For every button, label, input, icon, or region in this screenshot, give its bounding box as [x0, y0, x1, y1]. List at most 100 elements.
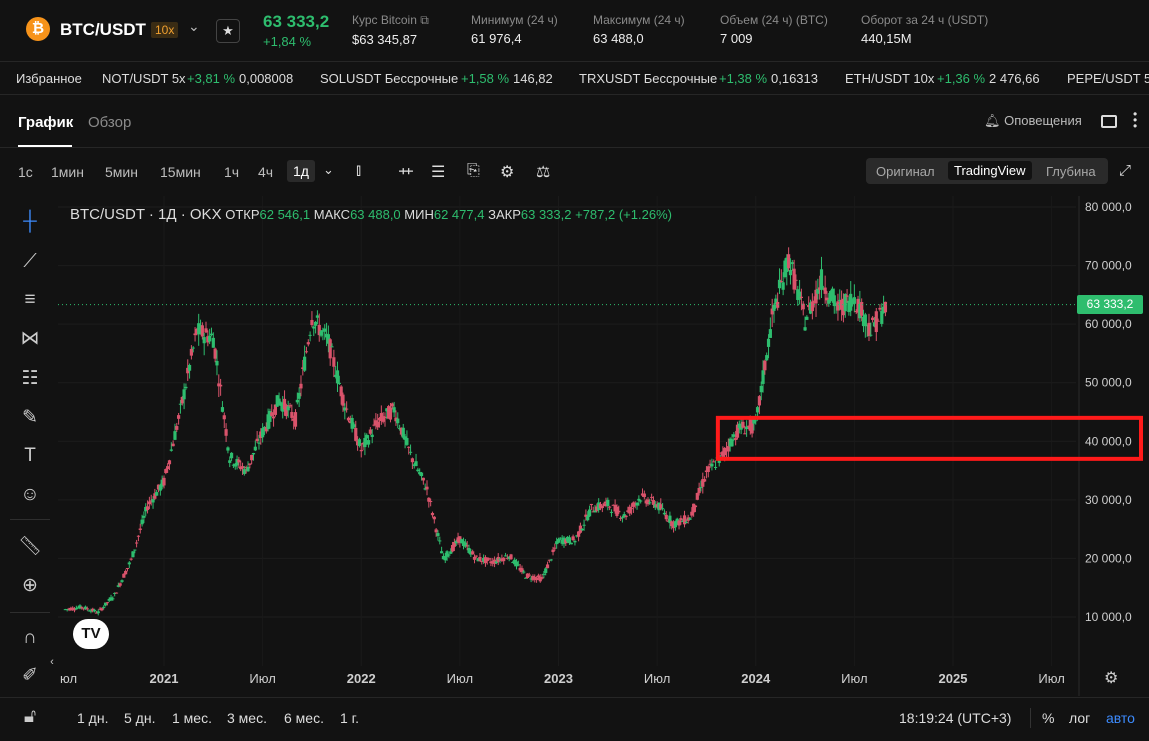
- candle-body: [440, 551, 444, 554]
- clock[interactable]: 18:19:24 (UTC+3): [899, 710, 1011, 726]
- compare-scale-icon[interactable]: ⚖: [536, 162, 550, 182]
- candle-body: [388, 407, 393, 420]
- interval-5m[interactable]: 5мин: [105, 164, 138, 180]
- candle-body: [253, 446, 257, 451]
- candle-body: [432, 516, 436, 520]
- candle-body: [215, 360, 219, 366]
- lock-drawings-icon[interactable]: ✐: [16, 662, 44, 690]
- ticker-item-name[interactable]: ETH/USDT 10x: [845, 71, 934, 86]
- interval-1d[interactable]: 1д: [287, 160, 315, 182]
- fullscreen-icon[interactable]: ⤢: [1119, 162, 1131, 179]
- candle-body: [664, 514, 668, 520]
- pair-name[interactable]: BTC/USDT: [60, 20, 146, 40]
- candle-body: [246, 466, 250, 472]
- candle-body: [860, 302, 864, 316]
- ticker-item-name[interactable]: NOT/USDT 5x: [102, 71, 186, 86]
- candle-body: [328, 339, 332, 359]
- candle-body: [164, 469, 168, 473]
- pattern-icon[interactable]: ⋈: [16, 325, 44, 353]
- candle-body: [323, 328, 327, 332]
- candle-body: [416, 469, 420, 472]
- range-5d[interactable]: 5 дн.: [124, 710, 155, 726]
- chevron-down-icon[interactable]: ⌄: [323, 162, 334, 178]
- price-axis-label: 20 000,0: [1085, 551, 1132, 565]
- range-1m[interactable]: 1 мес.: [172, 710, 212, 726]
- candle-body: [242, 469, 246, 474]
- view-tradingview[interactable]: TradingView: [948, 161, 1032, 180]
- stat-label: Минимум (24 ч): [471, 13, 558, 27]
- chevron-down-icon[interactable]: ⌄: [188, 18, 200, 35]
- percent-toggle[interactable]: %: [1042, 710, 1054, 726]
- alerts-button[interactable]: 🔔︎ Оповещения: [984, 113, 1082, 129]
- candle-body: [558, 537, 562, 539]
- candle-body: [430, 512, 435, 516]
- candle-body: [487, 558, 491, 560]
- range-6m[interactable]: 6 мес.: [284, 710, 324, 726]
- collapse-icon[interactable]: ‹: [46, 648, 58, 676]
- candle-body: [741, 421, 745, 428]
- tab-chart[interactable]: График: [18, 114, 73, 131]
- interval-1m[interactable]: 1мин: [51, 164, 84, 180]
- auto-toggle[interactable]: авто: [1106, 710, 1135, 726]
- zoom-in-icon[interactable]: ⊕: [16, 572, 44, 600]
- trend-line-icon[interactable]: ⟋: [16, 248, 44, 276]
- text-icon[interactable]: T: [16, 442, 44, 470]
- gear-icon[interactable]: ⚙: [500, 162, 514, 182]
- external-link-icon[interactable]: ⧉: [420, 13, 429, 27]
- candle-body: [772, 304, 776, 311]
- candle-body: [100, 608, 104, 611]
- candle-body: [407, 446, 411, 448]
- view-depth[interactable]: Глубина: [1046, 164, 1096, 179]
- range-1y[interactable]: 1 г.: [340, 710, 359, 726]
- candle-body: [637, 498, 641, 501]
- legend-low-label: МИН: [404, 207, 434, 222]
- candle-body: [794, 279, 798, 281]
- star-icon[interactable]: ★: [216, 19, 240, 43]
- candle-body: [80, 606, 84, 608]
- ticker-item-name[interactable]: SOLUSDT Бессрочные: [320, 71, 458, 86]
- candle-body: [182, 389, 186, 400]
- candle-body: [193, 333, 197, 336]
- horizontal-lines-icon[interactable]: ≡: [16, 286, 44, 314]
- candle-body: [765, 355, 769, 361]
- candle-body: [713, 466, 718, 468]
- crosshair-icon[interactable]: ┼: [16, 208, 44, 236]
- candle-body: [368, 429, 372, 434]
- candle-body: [642, 493, 646, 498]
- candle-body: [390, 403, 394, 407]
- indicators-icon[interactable]: ⺾: [398, 162, 414, 186]
- brush-icon[interactable]: ✎: [16, 404, 44, 432]
- interval-1s[interactable]: 1с: [18, 164, 33, 180]
- tab-overview[interactable]: Обзор: [88, 114, 131, 131]
- range-3m[interactable]: 3 мес.: [227, 710, 267, 726]
- list-icon[interactable]: ☰: [431, 162, 445, 182]
- interval-4h[interactable]: 4ч: [258, 164, 273, 180]
- axis-settings-icon[interactable]: ⚙: [1104, 668, 1118, 688]
- candle-body: [732, 434, 736, 437]
- price-chart[interactable]: 80 000,0 70 000,0 60 000,0 50 000,0 40 000,0…: [58, 196, 1149, 696]
- candle-body: [147, 501, 151, 505]
- favorites-label[interactable]: Избранное: [16, 71, 82, 86]
- window-icon[interactable]: [1101, 115, 1117, 128]
- emoji-icon[interactable]: ☺: [16, 481, 44, 509]
- more-icon[interactable]: • • •: [1133, 108, 1137, 132]
- log-toggle[interactable]: лог: [1069, 710, 1090, 726]
- fib-icon[interactable]: ☷: [16, 365, 44, 393]
- candle-body: [209, 333, 214, 336]
- interval-1h[interactable]: 1ч: [224, 164, 239, 180]
- ruler-icon[interactable]: 📏︎: [16, 533, 44, 561]
- candle-body: [551, 549, 555, 553]
- candle-body: [224, 429, 228, 436]
- magnet-icon[interactable]: ∩: [16, 624, 44, 652]
- interval-15m[interactable]: 15мин: [160, 164, 201, 180]
- view-original[interactable]: Оригинал: [876, 164, 935, 179]
- stat-volume: Объем (24 ч) (BTC) 7 009: [720, 13, 828, 46]
- replay-icon[interactable]: ⎘: [467, 162, 480, 180]
- range-1d[interactable]: 1 дн.: [77, 710, 108, 726]
- ticker-item-name[interactable]: TRXUSDT Бессрочные: [579, 71, 717, 86]
- ticker-item-name[interactable]: PEPE/USDT 5x: [1067, 71, 1149, 86]
- candle-body: [600, 506, 604, 509]
- candle-type-icon[interactable]: ⫾: [356, 162, 361, 180]
- last-price-tag: 63 333,2: [1077, 295, 1143, 314]
- tradingview-logo[interactable]: TV: [73, 619, 109, 649]
